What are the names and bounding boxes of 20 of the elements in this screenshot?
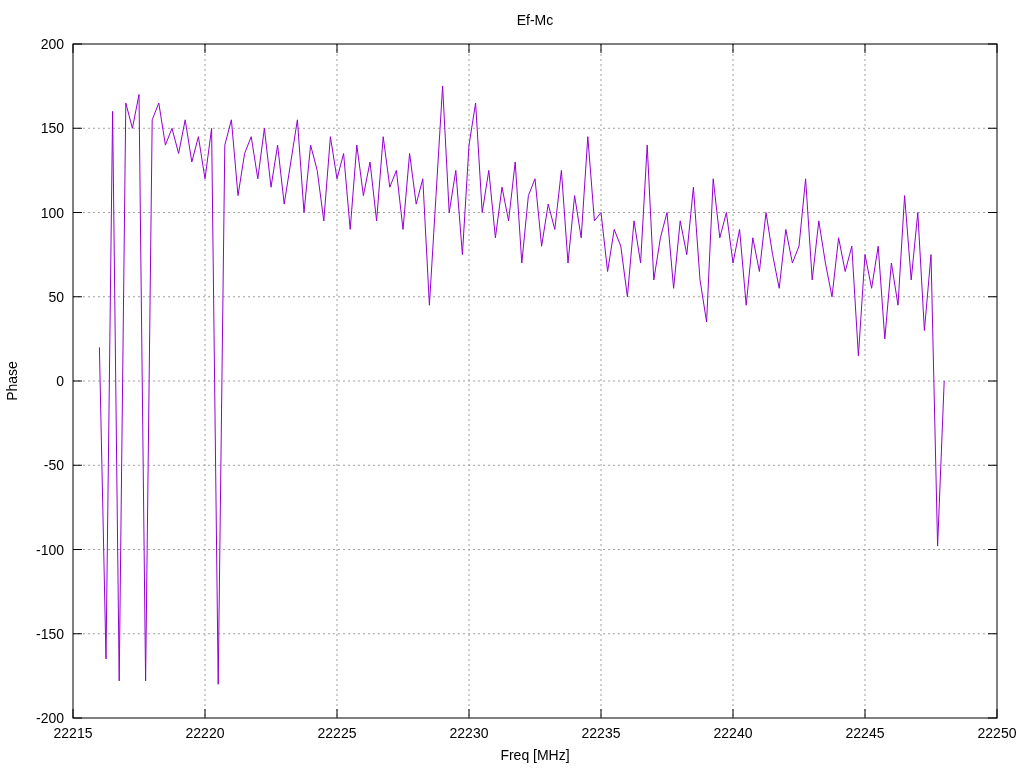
x-tick-label: 22250 (977, 725, 1017, 741)
y-tick-label: -100 (35, 541, 64, 558)
x-tick-label: 22245 (845, 725, 885, 741)
x-axis-label: Freq [MHz] (500, 747, 570, 763)
y-tick-label: 150 (40, 120, 64, 137)
x-tick-label: 22240 (713, 725, 753, 741)
y-tick-label: 0 (56, 373, 64, 389)
y-tick-label: 100 (40, 204, 64, 221)
y-tick-label: -150 (35, 625, 64, 642)
y-tick-label: 50 (48, 288, 64, 305)
y-tick-label: 200 (40, 36, 64, 52)
x-tick-label: 22235 (581, 725, 621, 741)
x-tick-label: 22220 (185, 725, 225, 741)
y-tick-label: -200 (35, 710, 64, 726)
x-tick-label: 22215 (53, 725, 93, 741)
chart-title: Ef-Mc (516, 12, 554, 28)
x-tick-label: 22225 (317, 725, 357, 741)
y-tick-label: -50 (43, 457, 64, 474)
x-tick-label: 22230 (449, 725, 489, 741)
y-axis-label: Phase (4, 361, 20, 401)
